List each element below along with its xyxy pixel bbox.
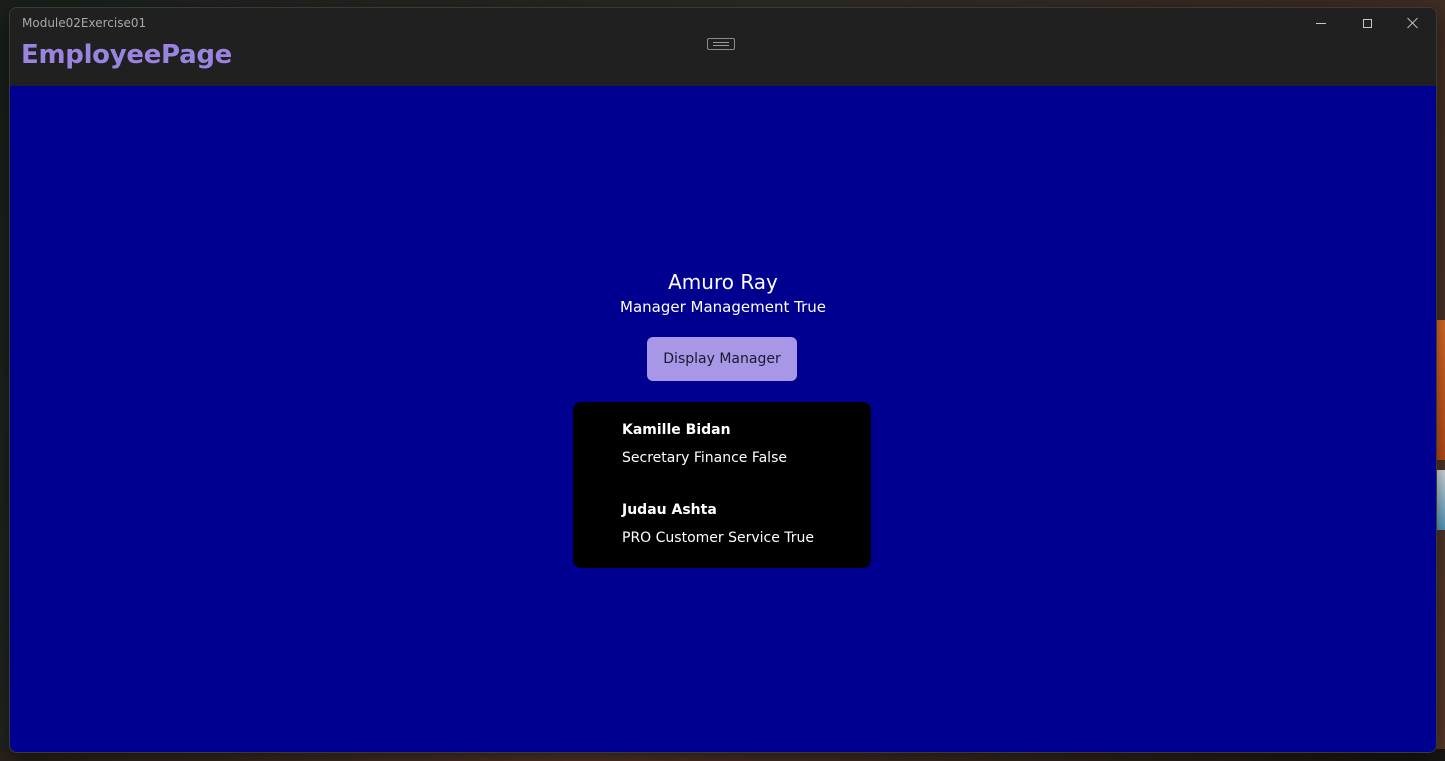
title-bar[interactable]: Module02Exercise01 EmployeePage [10, 8, 1436, 86]
minimize-icon [1316, 22, 1326, 24]
manager-name: Amuro Ray [668, 270, 778, 294]
caption-buttons [1298, 8, 1436, 38]
minimize-button[interactable] [1298, 8, 1344, 38]
app-window: Module02Exercise01 EmployeePage Amuro Ra… [9, 7, 1437, 753]
maximize-button[interactable] [1344, 8, 1390, 38]
close-icon [1407, 17, 1419, 29]
employee-detail: PRO Customer Service True [622, 530, 815, 546]
list-item[interactable]: Judau Ashta PRO Customer Service True [622, 502, 814, 546]
drag-handle-icon[interactable] [707, 38, 735, 50]
manager-detail: Manager Management True [620, 298, 826, 316]
list-item[interactable]: Kamille Bidan Secretary Finance False [622, 422, 787, 466]
window-title: Module02Exercise01 [22, 16, 147, 30]
employee-name: Judau Ashta [622, 502, 717, 518]
page-title: EmployeePage [21, 40, 233, 70]
maximize-icon [1362, 18, 1372, 28]
employee-name: Kamille Bidan [622, 422, 731, 438]
close-button[interactable] [1390, 8, 1436, 38]
employee-list: Kamille Bidan Secretary Finance False Ju… [573, 402, 871, 568]
page-content: Amuro Ray Manager Management True Displa… [10, 86, 1436, 752]
display-manager-button[interactable]: Display Manager [647, 337, 797, 381]
employee-detail: Secretary Finance False [622, 450, 787, 466]
